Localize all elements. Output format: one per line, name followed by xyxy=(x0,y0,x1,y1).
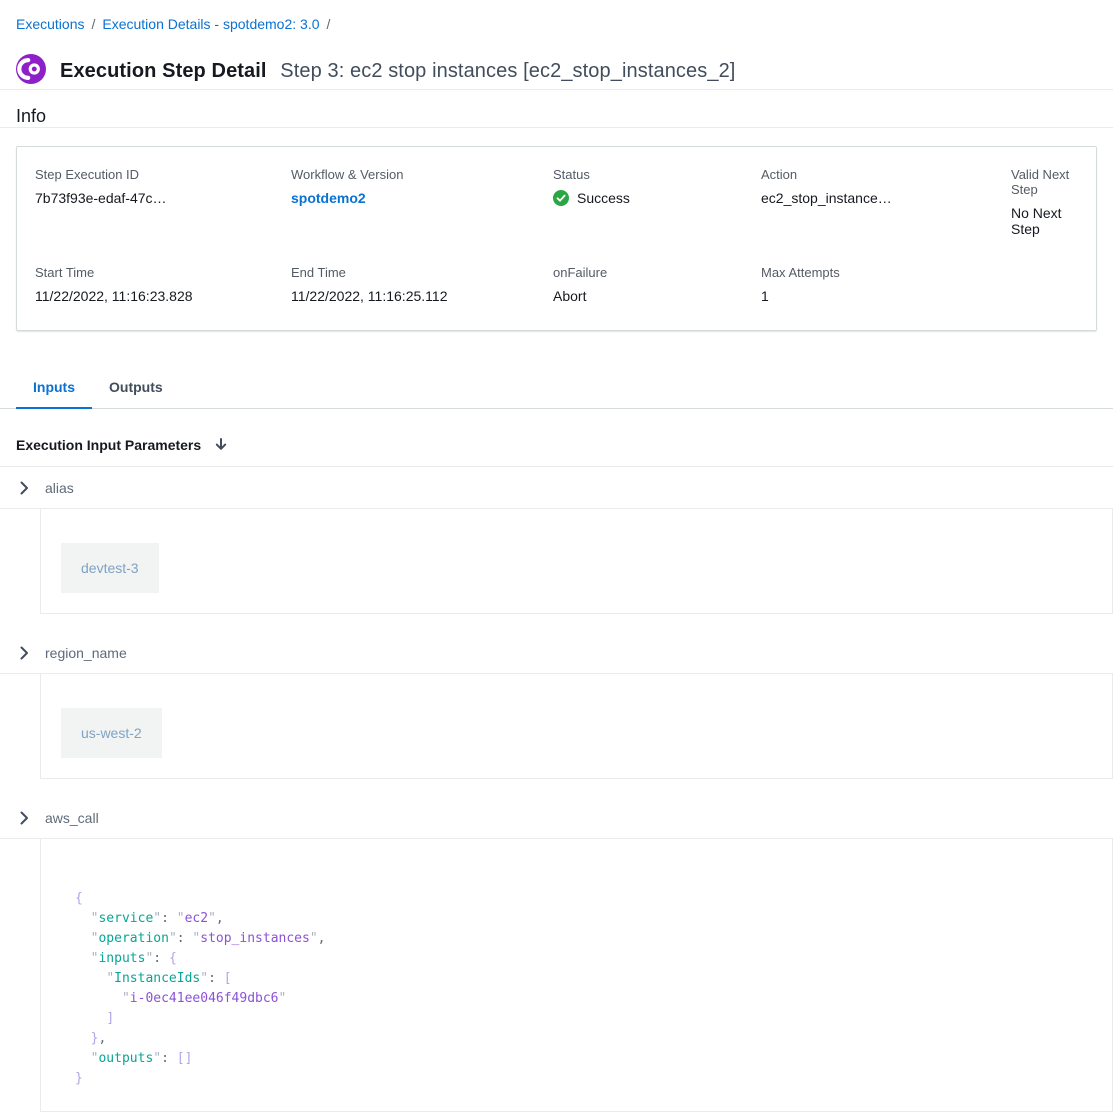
field-value: 7b73f93e-edaf-47c… xyxy=(35,190,291,206)
expander-label: aws_call xyxy=(45,810,99,826)
expander-label: alias xyxy=(45,480,74,496)
field-value: 11/22/2022, 11:16:25.112 xyxy=(291,288,553,304)
expander-alias[interactable]: alias xyxy=(0,467,1113,508)
field-value: 1 xyxy=(761,288,1011,304)
field-end-time: End Time 11/22/2022, 11:16:25.112 xyxy=(291,265,553,304)
tab-bar: Inputs Outputs xyxy=(0,369,1113,409)
page-title: Execution Step Detail xyxy=(60,60,267,82)
breadcrumb-separator: / xyxy=(91,16,95,32)
field-value: No Next Step xyxy=(1011,205,1078,237)
status-text: Success xyxy=(577,190,630,206)
breadcrumb-separator: / xyxy=(327,16,331,32)
page-subtitle: Step 3: ec2 stop instances [ec2_stop_ins… xyxy=(280,60,735,82)
field-value: 11/22/2022, 11:16:23.828 xyxy=(35,288,291,304)
field-label: Start Time xyxy=(35,265,291,280)
info-heading: Info xyxy=(0,106,1113,127)
expander-region-name[interactable]: region_name xyxy=(0,632,1113,673)
field-max-attempts: Max Attempts 1 xyxy=(761,265,1011,304)
field-onfailure: onFailure Abort xyxy=(553,265,761,304)
field-label: onFailure xyxy=(553,265,761,280)
field-label: Action xyxy=(761,167,1011,182)
chevron-right-icon xyxy=(16,645,32,661)
status-badge: Success xyxy=(553,190,761,206)
workflow-link[interactable]: spotdemo2 xyxy=(291,190,366,206)
execution-step-detail-page: Executions / Execution Details - spotdemo2… xyxy=(0,0,1113,1112)
alias-value-chip: devtest-3 xyxy=(61,543,159,593)
alias-panel: devtest-3 xyxy=(40,509,1113,614)
app-logo-icon xyxy=(16,54,46,89)
field-label: Status xyxy=(553,167,761,182)
expander-label: region_name xyxy=(45,645,127,661)
field-action: Action ec2_stop_instance… xyxy=(761,167,1011,237)
region-name-value-chip: us-west-2 xyxy=(61,708,162,758)
tab-inputs[interactable]: Inputs xyxy=(16,369,92,408)
field-label: Workflow & Version xyxy=(291,167,553,182)
tab-outputs[interactable]: Outputs xyxy=(92,369,180,408)
info-card: Step Execution ID 7b73f93e-edaf-47c… Wor… xyxy=(16,146,1097,331)
divider xyxy=(0,89,1113,90)
region-name-panel: us-west-2 xyxy=(40,674,1113,779)
chevron-right-icon xyxy=(16,480,32,496)
field-valid-next-step: Valid Next Step No Next Step xyxy=(1011,167,1078,237)
field-status: Status Success xyxy=(553,167,761,237)
chevron-right-icon xyxy=(16,810,32,826)
field-label: Max Attempts xyxy=(761,265,1011,280)
field-label: End Time xyxy=(291,265,553,280)
execution-input-parameters-header: Execution Input Parameters xyxy=(0,409,1113,466)
code-block: { "service": "ec2", "operation": "stop_i… xyxy=(75,889,1092,1089)
section-heading: Execution Input Parameters xyxy=(16,437,201,453)
field-value: Abort xyxy=(553,288,761,304)
field-step-execution-id: Step Execution ID 7b73f93e-edaf-47c… xyxy=(35,167,291,237)
field-label: Step Execution ID xyxy=(35,167,291,182)
breadcrumb: Executions / Execution Details - spotdemo2… xyxy=(0,0,1113,32)
aws-call-panel: { "service": "ec2", "operation": "stop_i… xyxy=(40,839,1113,1112)
field-value: ec2_stop_instance… xyxy=(761,190,1011,206)
field-label: Valid Next Step xyxy=(1011,167,1078,197)
success-icon xyxy=(553,190,569,206)
page-header: Execution Step Detail Step 3: ec2 stop i… xyxy=(0,54,1113,89)
breadcrumb-link-execution-details[interactable]: Execution Details - spotdemo2: 3.0 xyxy=(102,16,319,32)
field-start-time: Start Time 11/22/2022, 11:16:23.828 xyxy=(35,265,291,304)
divider xyxy=(0,127,1113,128)
expander-aws-call[interactable]: aws_call xyxy=(0,797,1113,838)
field-workflow-version: Workflow & Version spotdemo2 xyxy=(291,167,553,237)
breadcrumb-link-executions[interactable]: Executions xyxy=(16,16,84,32)
download-arrow-icon[interactable] xyxy=(213,437,229,453)
